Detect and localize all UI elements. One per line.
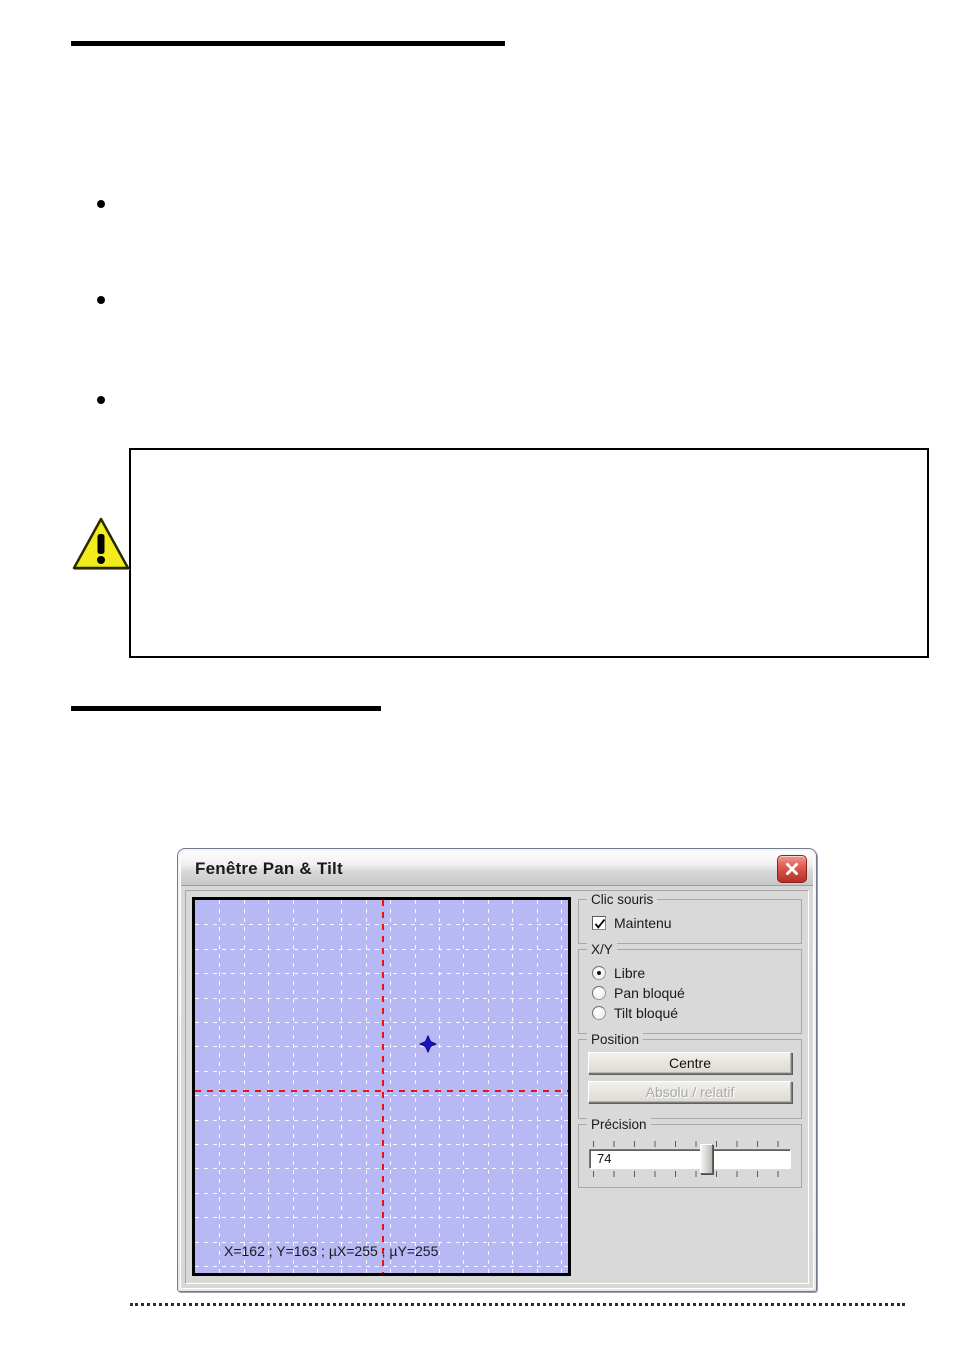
group-position-title: Position [587,1032,644,1047]
dialog-inner-frame: Fenêtre Pan & Tilt X=162 ; Y=163 ; µX=25… [180,851,814,1289]
footer-rule [130,1303,905,1306]
group-precision-title: Précision [587,1117,651,1132]
radio-tilt-bloque-label: Tilt bloqué [614,1005,679,1021]
group-xy-title: X/Y [587,942,617,957]
dialog-title: Fenêtre Pan & Tilt [195,858,343,878]
note-callout-box [129,448,929,658]
move-cursor-marker-icon[interactable] [418,1034,438,1054]
bullet-point-2 [97,296,105,304]
radio-icon[interactable] [592,1006,606,1020]
radio-pan-bloque[interactable]: Pan bloqué [592,985,792,1001]
checkbox-icon[interactable] [592,916,606,930]
radio-icon-selected[interactable] [592,966,606,980]
crosshair-horizontal [195,1090,568,1093]
slider-thumb[interactable] [700,1144,714,1174]
warning-triangle-icon [71,517,133,574]
control-panel: Clic souris Maintenu X/Y Libre Pan bloqu… [578,892,802,1277]
section-heading-rule-2 [71,706,381,711]
close-icon[interactable] [777,855,807,883]
centre-button[interactable]: Centre [588,1052,792,1074]
grid-line-vertical [390,900,391,1273]
radio-pan-bloque-label: Pan bloqué [614,985,685,1001]
grid-line-vertical [439,900,440,1273]
precision-slider[interactable]: 74 [589,1141,791,1177]
radio-libre-label: Libre [614,965,646,981]
grid-line-vertical [463,900,464,1273]
grid-line-vertical [317,900,318,1273]
crosshair-vertical [381,900,384,1273]
bullet-point-1 [97,200,105,208]
grid-line-vertical [488,900,489,1273]
grid-line-vertical [244,900,245,1273]
slider-value: 74 [597,1151,612,1166]
checkbox-maintenu-label: Maintenu [614,915,672,931]
group-position: Position Centre Absolu / relatif [578,1032,802,1119]
absolu-relatif-button: Absolu / relatif [588,1081,792,1103]
coordinate-readout: X=162 ; Y=163 ; µX=255 ; µY=255 [224,1243,439,1259]
checkbox-maintenu[interactable]: Maintenu [592,915,792,931]
slider-ticks-bottom [593,1171,787,1177]
grid-line-vertical [268,900,269,1273]
group-clic-souris: Clic souris Maintenu [578,892,802,944]
slider-trough[interactable]: 74 [589,1149,791,1169]
grid-line-vertical [366,900,367,1273]
bullet-point-3 [97,396,105,404]
grid-line-vertical [293,900,294,1273]
grid-line-vertical [561,900,562,1273]
grid-line-vertical [341,900,342,1273]
dialog-titlebar[interactable]: Fenêtre Pan & Tilt [181,852,813,886]
group-clic-souris-title: Clic souris [587,892,658,907]
radio-icon[interactable] [592,986,606,1000]
radio-libre[interactable]: Libre [592,965,792,981]
radio-tilt-bloque[interactable]: Tilt bloqué [592,1005,792,1021]
dialog-body: X=162 ; Y=163 ; µX=255 ; µY=255 Clic sou… [185,890,809,1284]
group-precision: Précision 74 [578,1117,802,1188]
pan-tilt-dialog: Fenêtre Pan & Tilt X=162 ; Y=163 ; µX=25… [177,848,817,1292]
document-page: Fenêtre Pan & Tilt X=162 ; Y=163 ; µX=25… [0,0,954,1351]
pan-tilt-canvas[interactable]: X=162 ; Y=163 ; µX=255 ; µY=255 [192,897,571,1276]
grid-line-vertical [219,900,220,1273]
grid-line-vertical [415,900,416,1273]
slider-ticks-top [593,1141,787,1147]
group-xy: X/Y Libre Pan bloqué Tilt bloqué [578,942,802,1034]
grid-line-vertical [512,900,513,1273]
grid-line-vertical [537,900,538,1273]
section-heading-rule-1 [71,41,505,46]
